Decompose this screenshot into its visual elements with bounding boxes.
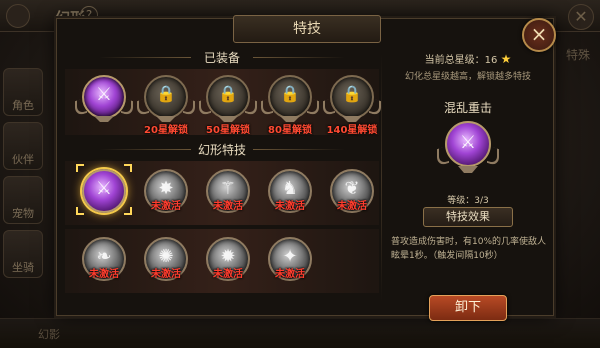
close-icon[interactable]: × — [522, 18, 556, 52]
total-stars-label: 当前总星级： — [424, 55, 485, 66]
side-tab-role[interactable]: 角色 — [3, 68, 43, 116]
crossed-swords-icon: ⚔ — [459, 132, 477, 153]
lock-icon: 🔒 — [280, 84, 300, 103]
side-tab-label: 角色 — [12, 99, 34, 112]
skills-dialog: 特技 已装备 ⚔ 🔒 20星解锁 🔒 50星解锁 🔒 80星解锁 🔒 140星解… — [56, 15, 554, 321]
side-tab-label: 宠物 — [12, 207, 34, 220]
total-stars-value: 16 — [484, 55, 498, 66]
back-button[interactable] — [6, 4, 30, 28]
skill-slot[interactable]: ✺ 未激活 — [141, 235, 191, 291]
skill-slot[interactable]: ✦ 未激活 — [265, 235, 315, 291]
slash-icon: ⚚ — [219, 178, 237, 199]
bottom-bar-label[interactable]: 幻影 — [38, 326, 60, 342]
side-tab-mount[interactable]: 坐骑 — [3, 230, 43, 278]
skill-status: 未激活 — [89, 269, 119, 280]
selection-corner — [76, 164, 84, 172]
skill-level-label: 等级： — [447, 196, 475, 206]
skill-level-value: 3/3 — [474, 196, 489, 206]
wind-icon: ❦ — [344, 178, 360, 199]
star-icon: ★ — [500, 52, 512, 66]
unlock-requirement: 80星解锁 — [268, 125, 312, 136]
background-bottom-bar: 幻影 — [0, 318, 600, 348]
equipped-slot-4[interactable]: 🔒 80星解锁 — [261, 73, 319, 136]
unlock-requirement: 50星解锁 — [206, 125, 250, 136]
skills-heading: 幻形特技 — [65, 141, 379, 157]
skill-slot[interactable]: ❧ 未激活 — [79, 235, 129, 291]
total-stars: 当前总星级：16 ★ — [387, 51, 549, 66]
whirlwind-icon: ✹ — [220, 246, 236, 267]
background-right-tab[interactable]: 特殊 — [566, 46, 590, 63]
background-close-icon[interactable]: ✕ — [568, 4, 594, 30]
spiral-icon: ✦ — [282, 246, 298, 267]
skill-chaos-strike[interactable]: ⚔ — [76, 164, 132, 223]
skill-description: 普攻造成伤害时，有10%的几率使敌人眩晕1秒。（触发间隔10秒） — [391, 237, 547, 261]
equipped-slot-5[interactable]: 🔒 140星解锁 — [323, 73, 381, 136]
unequip-button[interactable]: 卸下 — [429, 295, 507, 321]
side-tab-label: 坐骑 — [12, 261, 34, 274]
skill-slot[interactable]: ♞ 未激活 — [265, 167, 315, 223]
equipped-heading: 已装备 — [65, 49, 379, 65]
equipped-slot-3[interactable]: 🔒 50星解锁 — [199, 73, 257, 136]
selected-skill-name: 混乱重击 — [443, 101, 492, 115]
skill-effect-tab[interactable]: 特技效果 — [423, 207, 513, 227]
selected-skill-icon: ⚔ — [437, 119, 499, 183]
skill-status: 未激活 — [275, 201, 305, 212]
skill-detail-panel: 当前总星级：16 ★ 幻化总星级越高，解锁越多特技 混乱重击 ⚔ 等级：3/3 … — [387, 47, 549, 321]
dialog-title: 特技 — [233, 15, 381, 43]
slot-stand — [94, 116, 114, 122]
lock-icon: 🔒 — [218, 84, 238, 103]
selection-corner — [124, 207, 132, 215]
equipped-slot-1[interactable]: ⚔ — [75, 73, 133, 129]
unlock-requirement: 20星解锁 — [144, 125, 188, 136]
selection-corner — [124, 164, 132, 172]
skill-status: 未激活 — [337, 201, 367, 212]
wing-icon: ❧ — [96, 246, 112, 267]
burst-icon: ✸ — [158, 178, 174, 199]
skill-status: 未激活 — [151, 269, 181, 280]
side-tab-pet[interactable]: 宠物 — [3, 176, 43, 224]
slot-stand — [458, 166, 478, 173]
stars-hint: 幻化总星级越高，解锁越多特技 — [404, 72, 531, 82]
skill-status: 未激活 — [151, 201, 181, 212]
skill-slot[interactable]: ✸ 未激活 — [141, 167, 191, 223]
side-tab-partner[interactable]: 伙伴 — [3, 122, 43, 170]
lock-icon: 🔒 — [342, 84, 362, 103]
skill-status: 未激活 — [213, 269, 243, 280]
selection-corner — [76, 207, 84, 215]
skill-slot[interactable]: ⚚ 未激活 — [203, 167, 253, 223]
skills-left-panel: 已装备 ⚔ 🔒 20星解锁 🔒 50星解锁 🔒 80星解锁 🔒 140星解锁 幻… — [65, 49, 381, 309]
lock-icon: 🔒 — [156, 84, 176, 103]
equipped-slot-2[interactable]: 🔒 20星解锁 — [137, 73, 195, 136]
crossed-swords-icon: ⚔ — [95, 178, 113, 199]
skill-status: 未激活 — [213, 201, 243, 212]
panel-divider — [381, 53, 382, 303]
background-side-tabs: 角色 伙伴 宠物 坐骑 — [0, 62, 46, 284]
skill-level: 等级：3/3 — [387, 193, 549, 206]
crossed-swords-icon: ⚔ — [95, 84, 113, 105]
skill-slot[interactable]: ❦ 未激活 — [327, 167, 377, 223]
skill-slot[interactable]: ✹ 未激活 — [203, 235, 253, 291]
side-tab-label: 伙伴 — [12, 153, 34, 166]
skill-status: 未激活 — [275, 269, 305, 280]
unlock-requirement: 140星解锁 — [326, 125, 378, 136]
figure-icon: ♞ — [281, 178, 299, 199]
vortex-icon: ✺ — [158, 246, 174, 267]
